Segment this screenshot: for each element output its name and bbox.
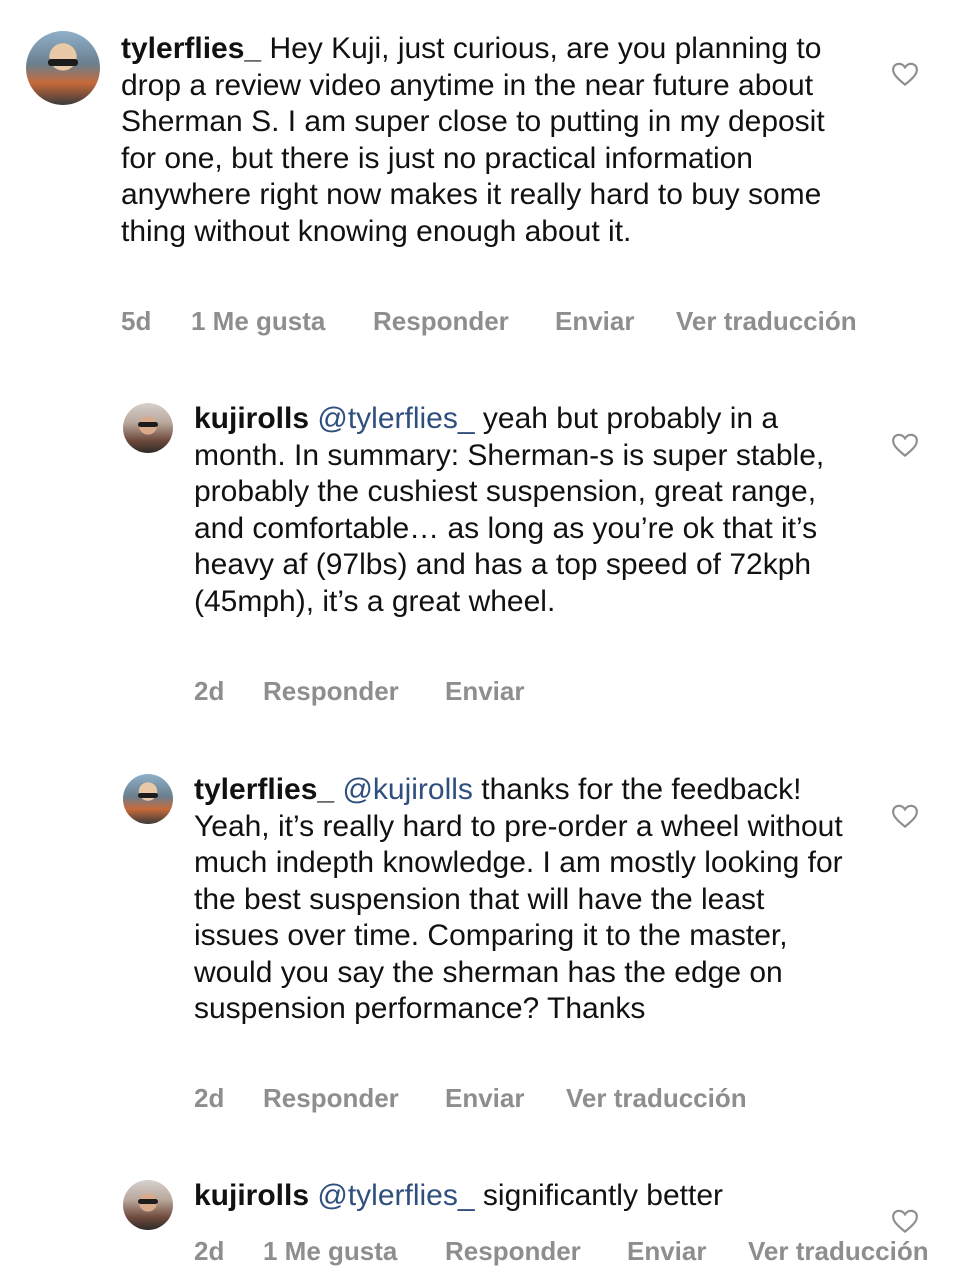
username-link[interactable]: kujirolls (194, 402, 309, 435)
timestamp: 5d (121, 306, 152, 336)
likes-count[interactable]: 1 Me gusta (191, 306, 325, 337)
comment-meta: 2d 1 Me gusta Responder Enviar Ver tradu… (194, 1236, 969, 1266)
comment-body: tylerflies_ @kujirolls thanks for the fe… (194, 772, 849, 1028)
avatar[interactable] (123, 1180, 173, 1230)
timestamp: 2d (194, 676, 225, 706)
comment-meta: 2d Responder Enviar (194, 676, 594, 706)
comment-meta: 5d 1 Me gusta Responder Enviar Ver tradu… (121, 306, 941, 336)
mention-link[interactable]: @tylerflies_ (317, 402, 474, 435)
translate-button[interactable]: Ver traducción (566, 1083, 747, 1114)
send-button[interactable]: Enviar (555, 306, 635, 337)
username-link[interactable]: kujirolls (194, 1179, 309, 1212)
timestamp: 2d (194, 1083, 225, 1113)
username-link[interactable]: tylerflies_ (194, 773, 334, 806)
translate-button[interactable]: Ver traducción (676, 306, 857, 337)
comment-text: thanks for the feedback! Yeah, it’s real… (194, 773, 843, 1025)
comment-text: significantly better (482, 1179, 724, 1212)
likes-count[interactable]: 1 Me gusta (263, 1236, 397, 1267)
comment-body: kujirolls @tylerflies_ yeah but probably… (194, 401, 849, 620)
send-button[interactable]: Enviar (445, 1083, 525, 1114)
comment-body: kujirolls @tylerflies_ significantly bet… (194, 1178, 849, 1215)
reply-button[interactable]: Responder (373, 306, 509, 337)
avatar[interactable] (26, 31, 100, 105)
comment-meta: 2d Responder Enviar Ver traducción (194, 1083, 894, 1113)
mention-link[interactable]: @kujirolls (342, 773, 472, 806)
send-button[interactable]: Enviar (445, 676, 525, 707)
send-button[interactable]: Enviar (627, 1236, 707, 1267)
avatar[interactable] (123, 774, 173, 824)
reply-button[interactable]: Responder (263, 676, 399, 707)
translate-button[interactable]: Ver traducción (748, 1236, 929, 1267)
like-heart-icon[interactable] (890, 801, 920, 831)
mention-link[interactable]: @tylerflies_ (317, 1179, 474, 1212)
reply-button[interactable]: Responder (445, 1236, 581, 1267)
reply-button[interactable]: Responder (263, 1083, 399, 1114)
like-heart-icon[interactable] (890, 430, 920, 460)
comment-body: tylerflies_ Hey Kuji, just curious, are … (121, 31, 861, 250)
like-heart-icon[interactable] (890, 59, 920, 89)
like-heart-icon[interactable] (890, 1206, 920, 1236)
timestamp: 2d (194, 1236, 225, 1266)
username-link[interactable]: tylerflies_ (121, 32, 261, 65)
avatar[interactable] (123, 403, 173, 453)
